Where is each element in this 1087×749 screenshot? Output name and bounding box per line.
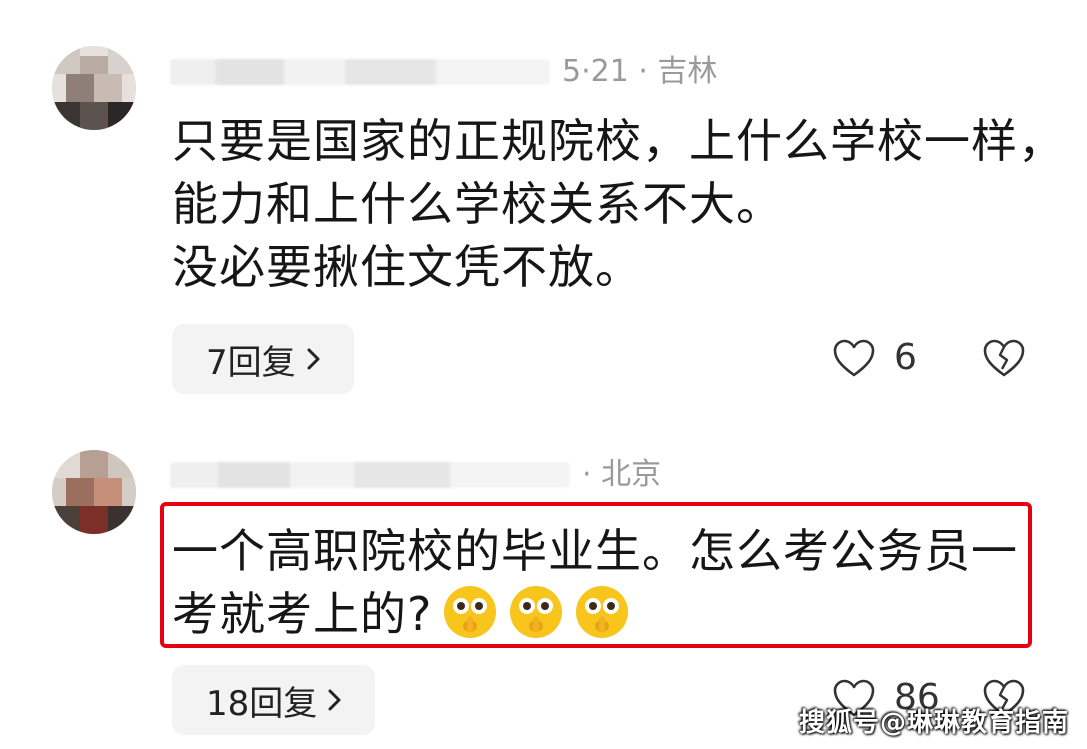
chevron-right-icon bbox=[327, 688, 343, 712]
comment-date-location: · 北京 bbox=[582, 457, 662, 492]
comment-text: 一个高职院校的毕业生。怎么考公务员一 考就考上的? bbox=[172, 520, 1052, 646]
comment-item: 5·21 · 吉林 只要是国家的正规院校，上什么学校一样， 能力和上什么学校关系… bbox=[0, 0, 1087, 420]
watermark: 搜狐号@琳琳教育指南 bbox=[798, 708, 1069, 738]
comment-item: · 北京 一个高职院校的毕业生。怎么考公务员一 考就考上的? 18回复 86 bbox=[0, 420, 1087, 749]
comment-meta: 5·21 · 吉林 bbox=[170, 55, 717, 89]
view-replies-button[interactable]: 18回复 bbox=[172, 665, 376, 735]
comment-date-location: 5·21 · 吉林 bbox=[562, 54, 718, 89]
reply-count-label: 7回复 bbox=[206, 342, 296, 383]
like-button[interactable]: 6 bbox=[832, 336, 917, 380]
comment-line: 没必要揪住文凭不放。 bbox=[172, 240, 642, 294]
like-count: 6 bbox=[894, 337, 917, 378]
shushing-face-emoji-icon bbox=[442, 584, 498, 640]
broken-heart-icon bbox=[982, 338, 1026, 378]
comment-line: 考就考上的? bbox=[172, 583, 1052, 646]
comment-line: 只要是国家的正规院校，上什么学校一样， bbox=[172, 114, 1065, 168]
avatar[interactable] bbox=[52, 46, 136, 130]
shushing-face-emoji-icon bbox=[508, 584, 564, 640]
comment-line: 一个高职院校的毕业生。怎么考公务员一 bbox=[172, 524, 1018, 578]
comment-line: 能力和上什么学校关系不大。 bbox=[172, 177, 783, 231]
comment-meta: · 北京 bbox=[170, 458, 661, 492]
heart-icon bbox=[832, 338, 876, 378]
blurred-username bbox=[170, 462, 570, 488]
reply-count-label: 18回复 bbox=[206, 683, 318, 724]
comment-line-text: 考就考上的? bbox=[172, 587, 433, 641]
view-replies-button[interactable]: 7回复 bbox=[172, 324, 354, 394]
dislike-button[interactable] bbox=[982, 338, 1026, 378]
comment-text: 只要是国家的正规院校，上什么学校一样， 能力和上什么学校关系不大。 没必要揪住文… bbox=[172, 110, 1065, 299]
avatar[interactable] bbox=[52, 450, 136, 534]
shushing-face-emoji-icon bbox=[574, 584, 630, 640]
chevron-right-icon bbox=[306, 347, 322, 371]
blurred-username bbox=[170, 59, 550, 85]
